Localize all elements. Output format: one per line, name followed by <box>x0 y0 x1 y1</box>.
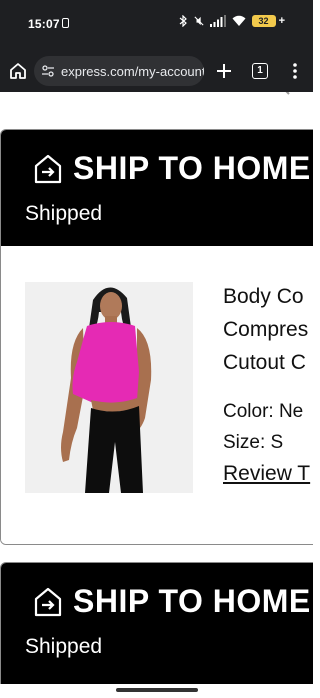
browser-toolbar: express.com/my-account/ 1 <box>0 50 313 92</box>
order-card-body: Body Co Compres Cutout C Color: Ne Size:… <box>1 246 313 544</box>
order-card: SHIP TO HOME Shipped <box>0 129 313 545</box>
product-size: Size: S <box>223 432 284 453</box>
wifi-icon <box>232 15 246 26</box>
home-icon[interactable] <box>8 61 28 81</box>
order-card-header: SHIP TO HOME Shipped <box>1 563 313 698</box>
bluetooth-icon <box>179 15 187 27</box>
product-name[interactable]: Body Co Compres Cutout C <box>223 280 308 379</box>
ship-to-home-icon <box>34 587 62 616</box>
battery-level: 32 <box>258 16 269 26</box>
ship-to-home-row: SHIP TO HOME <box>33 150 311 187</box>
sim-icon <box>62 18 69 28</box>
order-card: SHIP TO HOME Shipped <box>0 562 313 698</box>
ship-to-home-icon <box>34 154 62 183</box>
status-icons: 32 + <box>178 15 285 27</box>
home-gesture-handle[interactable] <box>116 688 198 692</box>
gesture-bar <box>0 684 313 698</box>
status-bar: 15:07 32 + <box>0 0 313 50</box>
product-image[interactable] <box>25 282 193 493</box>
product-color: Color: Ne <box>223 401 304 422</box>
url-text: express.com/my-account/ <box>61 63 204 79</box>
ship-to-home-row: SHIP TO HOME <box>33 583 311 620</box>
plus-icon[interactable] <box>214 61 234 81</box>
battery-icon: 32 <box>251 15 276 27</box>
chevron-icon <box>285 92 290 95</box>
tab-count: 1 <box>257 65 263 76</box>
ship-title: SHIP TO HOME <box>73 150 311 186</box>
signal-icon <box>209 15 226 27</box>
site-settings-icon[interactable] <box>41 64 55 78</box>
review-link[interactable]: Review T <box>223 462 310 486</box>
page-content: SHIP TO HOME Shipped Body Co Compres Cut… <box>0 92 313 698</box>
status-time: 15:07 <box>28 17 60 31</box>
ship-title: SHIP TO HOME <box>73 583 311 619</box>
charging-icon: + <box>278 15 285 27</box>
more-icon[interactable] <box>286 61 304 81</box>
order-card-header: SHIP TO HOME Shipped <box>1 130 313 246</box>
tabs-icon[interactable]: 1 <box>252 63 268 79</box>
shipment-status: Shipped <box>25 635 103 658</box>
mute-icon <box>194 16 204 26</box>
url-bar[interactable]: express.com/my-account/ <box>34 56 204 86</box>
shipment-status: Shipped <box>25 202 103 225</box>
